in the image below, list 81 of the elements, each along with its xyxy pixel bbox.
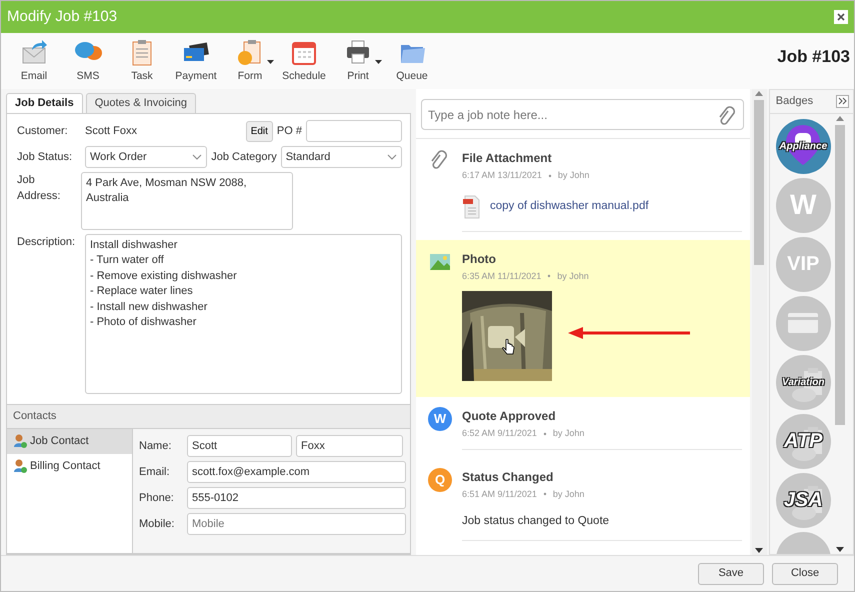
note-author: by John <box>552 427 584 440</box>
edit-button[interactable]: Edit <box>246 120 273 142</box>
scroll-down-icon <box>755 548 764 553</box>
toolbar-button[interactable]: Queue <box>385 38 439 85</box>
note-text: Job status changed to Quote <box>462 514 610 529</box>
close-button[interactable] <box>834 10 848 24</box>
scroll-down-icon <box>836 547 844 552</box>
double-chevron-icon <box>838 97 847 106</box>
toolbar-button[interactable]: Task <box>115 38 169 85</box>
description-field[interactable]: Install dishwasher - Turn water off - Remove existing dishwasher - Replace water lines - Install new dishwasher - Photo of dishwasher <box>85 234 402 394</box>
job-heading: Job #103 <box>777 46 850 68</box>
field-label: Description: <box>17 235 76 250</box>
card-icon <box>788 313 818 333</box>
phone-field[interactable]: 555-0102 <box>187 486 406 509</box>
separator-dot-icon <box>548 174 552 178</box>
note-time: 6:51 AM 9/11/2021 <box>462 488 537 500</box>
field-label: Email: <box>139 464 171 480</box>
hand-cursor-icon <box>502 339 515 355</box>
footer-button[interactable]: Close <box>772 562 838 584</box>
last-name-field[interactable]: Foxx <box>296 434 403 457</box>
video-camera-icon <box>487 323 525 351</box>
scrollbar-thumb[interactable] <box>754 100 764 265</box>
field-label: Phone: <box>139 490 175 506</box>
badge-button[interactable]: Appliance <box>776 118 831 174</box>
note-author: by John <box>557 270 589 283</box>
scrollbar-thumb[interactable] <box>835 124 846 424</box>
note-time: 6:17 AM 13/11/2021 <box>462 169 542 182</box>
toolbar-button[interactable]: Email <box>7 38 61 85</box>
customer-name: Scott Foxx <box>85 124 137 139</box>
separator-dot-icon <box>547 274 552 278</box>
field-label: PO # <box>276 124 302 139</box>
field-label: Job Address: <box>17 173 62 204</box>
separator-dot-icon <box>542 492 547 496</box>
section-header: Contacts <box>7 404 410 429</box>
mobile-field[interactable]: Mobile <box>187 512 406 535</box>
note-title: File Attachment <box>462 150 553 167</box>
field-label: Mobile: <box>139 516 176 532</box>
panel-title: Badges <box>776 94 814 109</box>
note-time: 6:52 AM 9/11/2021 <box>462 427 537 440</box>
contact-tab[interactable]: Job Contact <box>7 428 132 454</box>
note-title: Quote Approved <box>462 408 557 425</box>
tab[interactable]: Job Details <box>6 93 83 113</box>
field-label: Job Category <box>211 150 277 165</box>
toolbar-button[interactable]: Schedule <box>277 38 331 85</box>
separator-dot-icon <box>542 432 547 436</box>
close-icon <box>836 12 846 22</box>
note-author: by John <box>558 169 590 182</box>
toolbar-button[interactable]: Print <box>331 38 385 85</box>
toolbar-button[interactable]: Payment <box>169 38 223 85</box>
note-title: Status Changed <box>462 468 554 486</box>
pdf-file-icon <box>462 194 480 218</box>
toolbar-button[interactable]: Form <box>223 38 277 85</box>
footer-button[interactable]: Save <box>698 562 764 584</box>
field-label: Job Status: <box>17 150 74 165</box>
category-select[interactable]: Standard <box>280 146 402 168</box>
window-title: Modify Job #103 <box>7 6 118 27</box>
expand-button[interactable] <box>836 94 849 108</box>
po-field[interactable] <box>306 120 402 142</box>
note-time: 6:35 AM 11/11/2021 <box>462 270 542 282</box>
status-select[interactable]: Work Order <box>85 146 208 168</box>
note-title: Photo <box>462 250 497 268</box>
avatar: W <box>428 407 452 431</box>
email-field[interactable]: scott.fox@example.com <box>187 460 406 483</box>
chevron-down-icon <box>387 154 397 160</box>
address-field[interactable]: 4 Park Ave, Mosman NSW 2088, Australia <box>81 172 293 230</box>
chevron-down-icon <box>192 154 202 160</box>
printer-icon <box>344 38 372 66</box>
avatar: Q <box>428 468 452 492</box>
user-add-icon <box>13 434 27 448</box>
scroll-up-icon <box>836 116 844 120</box>
file-link[interactable]: copy of dishwasher manual.pdf <box>490 198 649 216</box>
first-name-field[interactable]: Scott <box>187 434 292 457</box>
toolbar-button[interactable]: SMS <box>61 38 115 85</box>
user-add-icon <box>13 459 27 474</box>
tab[interactable]: Quotes & Invoicing <box>86 93 196 113</box>
field-label: Customer: <box>17 124 69 139</box>
envelope-icon <box>20 38 48 66</box>
note-field[interactable]: Type a job note here... <box>421 99 744 130</box>
note-author: by John <box>552 488 584 501</box>
field-label: Name: <box>139 438 172 454</box>
scroll-up-icon <box>755 91 764 96</box>
